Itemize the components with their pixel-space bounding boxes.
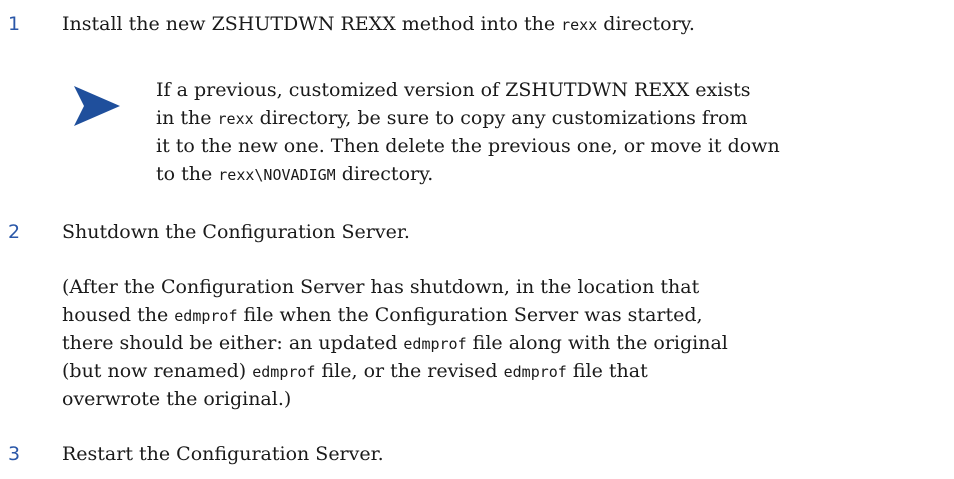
note-line: to the rexx\NOVADIGM directory. (156, 163, 434, 185)
step-text: Install the new ZSHUTDWN REXX method int… (62, 13, 695, 35)
document-page: 1 Install the new ZSHUTDWN REXX method i… (0, 0, 954, 479)
step-number: 2 (8, 221, 21, 243)
paragraph-line: there should be either: an updated edmpr… (62, 332, 728, 354)
step-text: Shutdown the Configuration Server. (62, 221, 410, 243)
paragraph-line: overwrote the original.) (62, 388, 292, 410)
note-line: it to the new one. Then delete the previ… (156, 135, 780, 157)
paragraph-line: housed the edmprof file when the Configu… (62, 304, 703, 326)
code-rexx: rexx (217, 110, 254, 128)
note-line: If a previous, customized version of ZSH… (156, 79, 751, 101)
step-number: 3 (8, 443, 21, 465)
note-line: in the rexx directory, be sure to copy a… (156, 107, 748, 129)
step-text: Restart the Configuration Server. (62, 443, 384, 465)
code-rexx-novadigm: rexx\NOVADIGM (218, 166, 336, 184)
paragraph-line: (but now renamed) edmprof file, or the r… (62, 360, 648, 382)
paragraph-line: (After the Configuration Server has shut… (62, 276, 700, 298)
code-edmprof: edmprof (252, 363, 316, 381)
code-edmprof: edmprof (174, 307, 238, 325)
code-edmprof: edmprof (503, 363, 567, 381)
code-rexx: rexx (561, 16, 598, 34)
note-arrow-icon (74, 86, 120, 126)
step-number: 1 (8, 13, 21, 35)
code-edmprof: edmprof (403, 335, 467, 353)
